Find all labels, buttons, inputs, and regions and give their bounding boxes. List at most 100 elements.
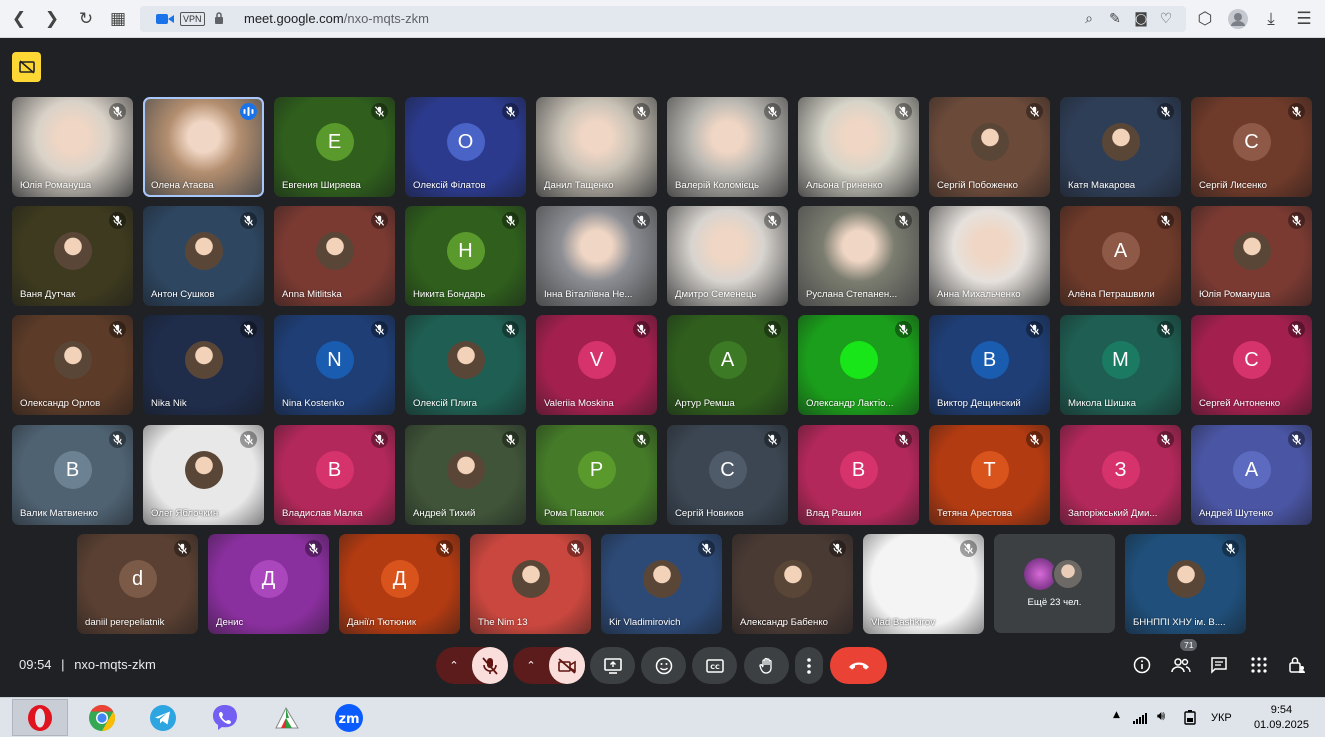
mic-options-button[interactable]: ⌃ [436, 659, 472, 672]
download-icon[interactable]: ⤓ [1261, 9, 1281, 29]
participant-tile[interactable]: Д Даніїл Тютюник [339, 534, 460, 634]
participant-tile[interactable]: Ваня Дутчак [12, 206, 133, 306]
participant-tile[interactable]: Анна Михальченко [929, 206, 1050, 306]
address-bar[interactable]: VPN meet.google.com/nxo-mqts-zkm ⌕ ✎ ◙ ♡ [140, 6, 1186, 32]
heart-icon[interactable]: ♡ [1157, 10, 1175, 28]
mega-icon[interactable] [270, 702, 304, 734]
participant-tile[interactable]: Олександр Лактіо... [798, 315, 919, 415]
more-options-button[interactable] [795, 647, 823, 684]
participant-tile[interactable]: М Микола Шишка [1060, 315, 1181, 415]
keyboard-language[interactable]: УКР [1211, 712, 1232, 724]
people-button[interactable]: 71 [1167, 639, 1198, 679]
participant-name: Олена Атаєва [151, 180, 214, 191]
search-icon[interactable]: ⌕ [1080, 10, 1098, 28]
signal-icon[interactable] [1133, 711, 1149, 729]
participant-tile[interactable]: З Запоріжський Дми... [1060, 425, 1181, 525]
participant-tile[interactable]: БННППІ ХНУ ім. В.... [1125, 534, 1246, 634]
raise-hand-button[interactable] [744, 647, 789, 684]
participant-tile[interactable]: Александр Бабенко [732, 534, 853, 634]
cube-icon[interactable]: ⬡ [1195, 9, 1215, 29]
cc-off-icon [18, 60, 35, 74]
edit-icon[interactable]: ✎ [1106, 10, 1124, 28]
participant-tile[interactable]: Катя Макарова [1060, 97, 1181, 197]
chrome-icon[interactable] [85, 702, 119, 734]
participant-tile[interactable]: Е Евгения Ширяева [274, 97, 395, 197]
participant-tile[interactable]: О Олексій Філатов [405, 97, 526, 197]
reload-icon[interactable]: ↻ [76, 9, 96, 29]
viber-icon[interactable] [208, 702, 242, 734]
system-clock[interactable]: 9:54 01.09.2025 [1254, 703, 1309, 733]
participant-tile[interactable]: Т Тетяна Арестова [929, 425, 1050, 525]
participant-tile[interactable]: Олексій Плига [405, 315, 526, 415]
reactions-button[interactable] [641, 647, 686, 684]
forward-icon[interactable]: ❯ [42, 9, 62, 29]
battery-icon[interactable] [1184, 710, 1196, 730]
participant-tile[interactable]: Альона Гриненко [798, 97, 919, 197]
participant-tile[interactable]: Андрей Тихий [405, 425, 526, 525]
opera-icon[interactable] [12, 699, 68, 736]
participant-tile[interactable]: d daniil perepeliatnik [77, 534, 198, 634]
captions-button[interactable]: CC [692, 647, 737, 684]
participant-tile[interactable]: А Андрей Шутенко [1191, 425, 1312, 525]
participant-tile[interactable]: С Сергій Лисенко [1191, 97, 1312, 197]
participant-tile[interactable]: Kir Vladimirovich [601, 534, 722, 634]
participant-tile[interactable]: Юлія Романуша [12, 97, 133, 197]
url-text[interactable]: meet.google.com/nxo-mqts-zkm [244, 11, 429, 26]
activities-button[interactable] [1245, 651, 1273, 679]
participant-tile[interactable]: Антон Сушков [143, 206, 264, 306]
participant-tile[interactable]: В Владислав Малка [274, 425, 395, 525]
mic-toggle-button[interactable] [472, 647, 508, 684]
participant-tile[interactable]: Олег Яблочкин [143, 425, 264, 525]
participant-tile[interactable]: В Виктор Дещинский [929, 315, 1050, 415]
more-participants-tile[interactable]: Ещё 23 чел. [994, 534, 1115, 633]
participant-tile[interactable]: Д Денис [208, 534, 329, 634]
snapshot-icon[interactable]: ◙ [1132, 10, 1150, 28]
vpn-badge[interactable]: VPN [180, 12, 205, 26]
participant-name: Валерій Коломієць [675, 180, 760, 191]
participant-tile[interactable]: Олександр Орлов [12, 315, 133, 415]
participant-tile[interactable]: Р Рома Павлюк [536, 425, 657, 525]
mic-off-icon [895, 103, 912, 120]
participant-tile[interactable]: Валерій Коломієць [667, 97, 788, 197]
participant-tile[interactable]: Н Никита Бондарь [405, 206, 526, 306]
participant-tile[interactable]: N Nina Kostenko [274, 315, 395, 415]
participant-tile[interactable]: С Сергій Новиков [667, 425, 788, 525]
participant-tile[interactable]: Vlad Bashkirov [863, 534, 984, 634]
participant-tile[interactable]: Руслана Степанен... [798, 206, 919, 306]
volume-icon[interactable]: 🔊︎ [1157, 709, 1165, 724]
participant-tile[interactable]: Anna Mitlitska [274, 206, 395, 306]
participant-tile[interactable]: В Валик Матвиенко [12, 425, 133, 525]
profile-icon[interactable] [1228, 9, 1248, 29]
host-controls-button[interactable] [1283, 651, 1311, 679]
participant-tile[interactable]: А Алёна Петрашвили [1060, 206, 1181, 306]
captions-off-badge[interactable] [12, 52, 41, 82]
telegram-icon[interactable] [146, 702, 180, 734]
participant-tile[interactable]: The Nim 13 [470, 534, 591, 634]
lock-icon[interactable] [214, 12, 224, 25]
participant-tile[interactable]: Данил Тащенко [536, 97, 657, 197]
participant-tile[interactable]: Інна Віталіївна Не... [536, 206, 657, 306]
participant-tile[interactable]: Олена Атаєва [143, 97, 264, 197]
participant-tile[interactable]: V Valeriia Moskina [536, 315, 657, 415]
leave-call-button[interactable] [830, 647, 887, 684]
grid-icon[interactable]: ▦ [108, 9, 128, 29]
meeting-details-button[interactable] [1128, 651, 1156, 679]
participant-tile[interactable]: Юлія Романуша [1191, 206, 1312, 306]
avatar: В [970, 341, 1009, 379]
participant-tile[interactable]: С Сергей Антоненко [1191, 315, 1312, 415]
back-icon[interactable]: ❮ [9, 9, 29, 29]
menu-icon[interactable]: ☰ [1294, 9, 1314, 29]
camera-toggle-button[interactable] [549, 647, 585, 684]
participant-tile[interactable]: Nika Nik [143, 315, 264, 415]
participant-tile[interactable]: А Артур Ремша [667, 315, 788, 415]
participant-tile[interactable]: Дмитро Семенець [667, 206, 788, 306]
participant-name: Юлія Романуша [20, 180, 92, 191]
present-button[interactable] [590, 647, 635, 684]
camera-options-button[interactable]: ⌃ [513, 659, 549, 672]
participant-name: Никита Бондарь [413, 289, 486, 300]
zoom-icon[interactable]: zm [332, 702, 366, 734]
participant-tile[interactable]: В Влад Рашин [798, 425, 919, 525]
chat-button[interactable] [1205, 651, 1233, 679]
tray-expand-icon[interactable]: ▲ [1113, 710, 1120, 720]
participant-tile[interactable]: Сергій Побоженко [929, 97, 1050, 197]
